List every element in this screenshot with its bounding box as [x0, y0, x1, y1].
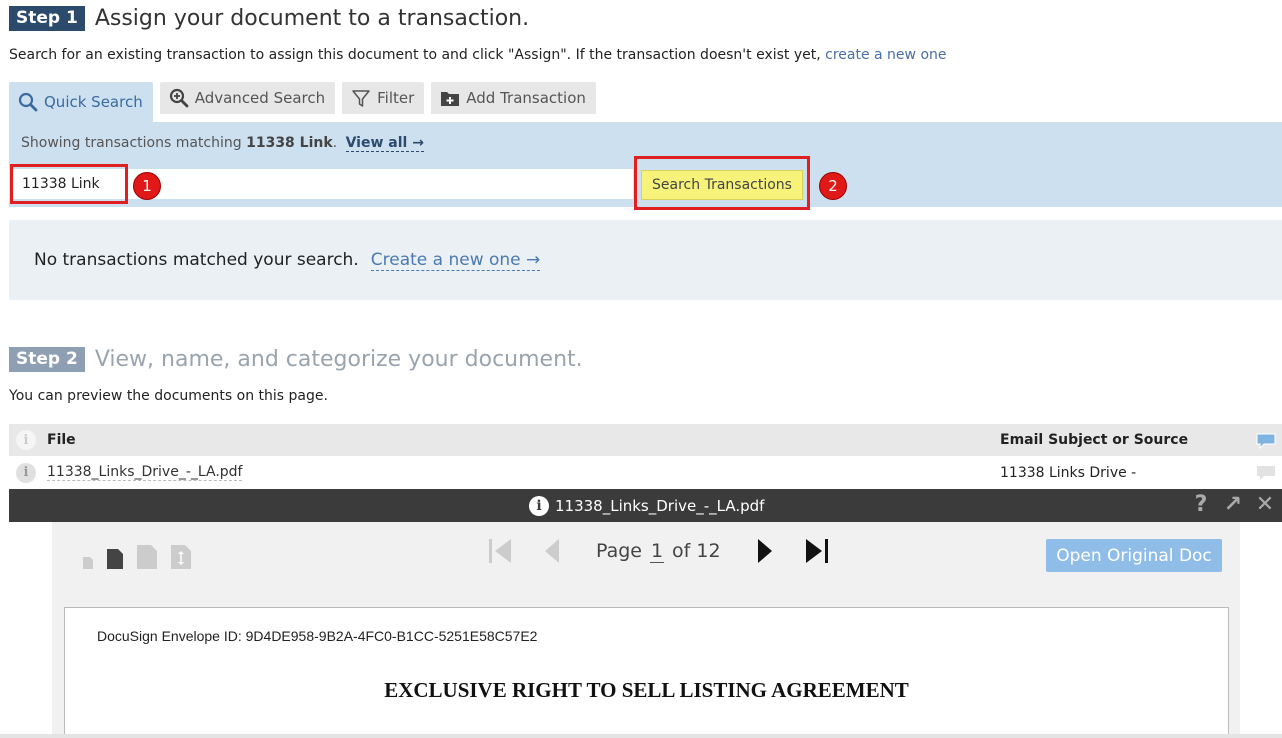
fit-height-icon[interactable]: [170, 544, 192, 570]
filter-icon: [352, 90, 370, 107]
tab-label: Filter: [377, 89, 415, 107]
bottom-divider: [0, 734, 1282, 738]
tab-quick-search[interactable]: Quick Search: [9, 82, 153, 122]
file-table: i File Email Subject or Source i 11338_L…: [9, 424, 1282, 489]
quick-search-panel: Showing transactions matching 11338 Link…: [9, 122, 1282, 210]
step1-heading: Assign your document to a transaction.: [94, 6, 530, 31]
viewer-title: i 11338_Links_Drive_-_LA.pdf: [529, 489, 764, 522]
step2-description: You can preview the documents on this pa…: [9, 388, 328, 404]
tab-add-transaction[interactable]: Add Transaction: [431, 82, 596, 114]
first-page-icon[interactable]: [486, 536, 514, 566]
page-indicator: Page 1 of 12: [596, 540, 721, 563]
document-viewer-bar: i 11338_Links_Drive_-_LA.pdf ? ↗ ✕: [9, 489, 1282, 522]
expand-icon[interactable]: ↗: [1220, 492, 1246, 517]
query-term: 11338 Link: [246, 135, 333, 151]
comment-icon[interactable]: [1255, 432, 1277, 450]
page-icon[interactable]: [106, 548, 124, 570]
tab-filter[interactable]: Filter: [342, 82, 425, 114]
viewer-toolbar: Page 1 of 12 Open Original Doc: [52, 522, 1240, 594]
current-page-input[interactable]: 1: [650, 540, 664, 563]
view-size-icons: [82, 544, 192, 570]
no-results-panel: No transactions matched your search. Cre…: [9, 220, 1282, 300]
showing-prefix: Showing transactions matching: [21, 135, 242, 151]
info-icon: i: [529, 495, 549, 516]
step1-description: Search for an existing transaction to as…: [9, 47, 947, 63]
page-total: of 12: [672, 539, 721, 562]
create-new-link[interactable]: create a new one: [825, 47, 946, 63]
viewer-controls: ? ↗ ✕: [1188, 492, 1278, 517]
tab-advanced-search[interactable]: Advanced Search: [159, 82, 336, 114]
showing-suffix: .: [332, 135, 338, 151]
help-icon[interactable]: ?: [1188, 492, 1214, 517]
document-title: EXCLUSIVE RIGHT TO SELL LISTING AGREEMEN…: [384, 678, 909, 702]
envelope-id: DocuSign Envelope ID: 9D4DE958-9B2A-4FC0…: [97, 628, 538, 644]
last-page-icon[interactable]: [803, 536, 831, 566]
document-page: DocuSign Envelope ID: 9D4DE958-9B2A-4FC0…: [64, 607, 1229, 737]
small-page-icon[interactable]: [82, 554, 94, 570]
annotation-badge-1: 1: [133, 172, 161, 200]
view-all-link[interactable]: View all →: [345, 135, 424, 152]
info-icon: i: [16, 430, 36, 450]
annotation-badge-2: 2: [819, 172, 847, 200]
search-transactions-button[interactable]: Search Transactions: [641, 170, 803, 200]
next-page-icon[interactable]: [755, 536, 775, 566]
step2-title: Step 2 View, name, and categorize your d…: [9, 347, 583, 372]
search-status: Showing transactions matching 11338 Link…: [21, 135, 424, 152]
previous-page-icon[interactable]: [542, 536, 562, 566]
tab-label: Quick Search: [44, 93, 143, 111]
column-header-file: File: [47, 432, 76, 448]
step2-badge: Step 2: [9, 347, 85, 372]
search-input[interactable]: [13, 169, 633, 199]
file-name-link[interactable]: 11338_Links_Drive_-_LA.pdf: [47, 464, 243, 481]
pagination: Page 1 of 12: [472, 536, 845, 566]
search-tabs: Quick Search Advanced Search Filter Add …: [9, 82, 603, 122]
large-page-icon[interactable]: [136, 544, 158, 570]
add-folder-icon: [441, 92, 460, 106]
file-table-header: i File Email Subject or Source: [9, 424, 1282, 456]
close-icon[interactable]: ✕: [1252, 492, 1278, 517]
step1-title: Step 1 Assign your document to a transac…: [9, 6, 529, 31]
viewer-file-name: 11338_Links_Drive_-_LA.pdf: [555, 496, 765, 515]
no-results-message: No transactions matched your search.: [34, 250, 359, 270]
open-original-doc-button[interactable]: Open Original Doc: [1046, 539, 1222, 572]
column-header-email: Email Subject or Source: [1000, 432, 1189, 448]
info-icon[interactable]: i: [16, 462, 36, 483]
comment-icon[interactable]: [1255, 464, 1277, 482]
tab-label: Advanced Search: [194, 89, 326, 107]
document-preview-area: DocuSign Envelope ID: 9D4DE958-9B2A-4FC0…: [52, 594, 1240, 737]
create-new-transaction-link[interactable]: Create a new one →: [370, 250, 541, 271]
step1-badge: Step 1: [9, 6, 85, 31]
tab-label: Add Transaction: [466, 89, 586, 107]
search-icon: [18, 92, 38, 112]
zoom-in-icon: [169, 88, 189, 108]
email-subject: 11338 Links Drive -: [1000, 464, 1137, 481]
table-row[interactable]: i 11338_Links_Drive_-_LA.pdf 11338 Links…: [9, 456, 1282, 489]
step1-description-text: Search for an existing transaction to as…: [9, 47, 821, 63]
page-label: Page: [596, 539, 642, 562]
step2-heading: View, name, and categorize your document…: [94, 347, 583, 372]
